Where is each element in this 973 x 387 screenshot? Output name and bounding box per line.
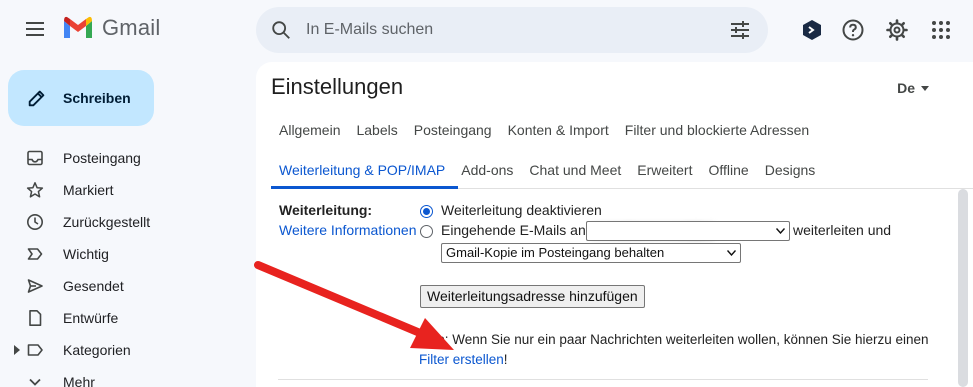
active-tab-indicator bbox=[271, 186, 458, 189]
label-icon bbox=[27, 344, 43, 356]
sidebar-item-inbox[interactable]: Posteingang bbox=[0, 142, 250, 174]
tab-chat-meet[interactable]: Chat und Meet bbox=[521, 161, 629, 179]
inbox-icon bbox=[27, 150, 43, 166]
tab-general[interactable]: Allgemein bbox=[271, 121, 348, 139]
copy-handling-value: Gmail-Kopie im Posteingang behalten bbox=[446, 245, 665, 260]
sidebar-item-label: Mehr bbox=[63, 374, 95, 387]
compose-label: Schreiben bbox=[63, 90, 131, 106]
create-filter-link[interactable]: Filter erstellen bbox=[419, 352, 504, 367]
sidebar-item-important[interactable]: Wichtig bbox=[0, 238, 250, 270]
settings-tabs-row2: Weiterleitung & POP/IMAP Add-ons Chat un… bbox=[271, 161, 823, 179]
sidebar-nav: Posteingang Markiert Zurückgestellt Wich… bbox=[0, 142, 250, 387]
tab-addons[interactable]: Add-ons bbox=[453, 161, 521, 179]
add-forwarding-address-button[interactable]: Weiterleitungsadresse hinzufügen bbox=[420, 285, 645, 308]
more-info-link[interactable]: Weitere Informationen bbox=[279, 222, 416, 238]
hexagon-app-icon[interactable] bbox=[800, 18, 824, 42]
sidebar-item-sent[interactable]: Gesendet bbox=[0, 270, 250, 302]
help-icon[interactable] bbox=[841, 18, 865, 42]
settings-tabs-row1: Allgemein Labels Posteingang Konten & Im… bbox=[271, 121, 817, 139]
sidebar-item-label: Wichtig bbox=[63, 246, 109, 262]
search-bar[interactable] bbox=[256, 7, 768, 53]
tab-forwarding-pop-imap[interactable]: Weiterleitung & POP/IMAP bbox=[271, 161, 453, 179]
search-icon[interactable] bbox=[270, 19, 292, 41]
option-forward-suffix: weiterleiten und bbox=[793, 222, 892, 238]
tab-themes[interactable]: Designs bbox=[757, 161, 824, 179]
tab-inbox[interactable]: Posteingang bbox=[406, 121, 500, 139]
scrollbar[interactable] bbox=[958, 189, 968, 387]
star-icon bbox=[26, 182, 44, 198]
important-icon bbox=[27, 248, 43, 260]
pencil-icon bbox=[28, 90, 45, 107]
sidebar-item-label: Kategorien bbox=[63, 342, 131, 358]
copy-handling-select[interactable]: Gmail-Kopie im Posteingang behalten bbox=[441, 243, 741, 263]
tab-filters[interactable]: Filter und blockierte Adressen bbox=[617, 121, 817, 139]
sidebar-item-label: Entwürfe bbox=[63, 310, 119, 326]
gear-icon[interactable] bbox=[885, 18, 909, 42]
option-disable-forwarding: Weiterleitung deaktivieren bbox=[441, 202, 602, 218]
dropdown-arrow-icon bbox=[921, 85, 929, 91]
tab-advanced[interactable]: Erweitert bbox=[629, 161, 700, 179]
tab-offline[interactable]: Offline bbox=[700, 161, 756, 179]
chevron-down-icon bbox=[727, 250, 736, 256]
gmail-logo[interactable]: Gmail bbox=[62, 15, 160, 41]
send-icon bbox=[27, 279, 43, 293]
sidebar-item-label: Zurückgestellt bbox=[63, 214, 151, 230]
sidebar-item-drafts[interactable]: Entwürfe bbox=[0, 302, 250, 334]
chevron-down-icon bbox=[29, 378, 41, 386]
sidebar-item-label: Gesendet bbox=[63, 278, 124, 294]
forwarding-label: Weiterleitung: bbox=[279, 202, 373, 218]
forwarding-tip: Tipp: Wenn Sie nur ein paar Nachrichten … bbox=[419, 330, 929, 370]
tip-suffix: ! bbox=[503, 352, 508, 367]
draft-icon bbox=[29, 310, 42, 326]
main-menu-button[interactable] bbox=[22, 18, 48, 44]
gmail-wordmark: Gmail bbox=[102, 15, 161, 40]
search-input[interactable] bbox=[306, 7, 728, 53]
option-forward-prefix: Eingehende E-Mails an bbox=[441, 222, 586, 238]
search-options-icon[interactable] bbox=[728, 18, 752, 42]
compose-button[interactable]: Schreiben bbox=[8, 70, 154, 126]
section-divider bbox=[278, 379, 928, 380]
sidebar-item-categories[interactable]: Kategorien bbox=[0, 334, 250, 366]
caret-right-icon[interactable] bbox=[13, 345, 21, 355]
apps-grid-icon[interactable] bbox=[929, 18, 953, 42]
page-title: Einstellungen bbox=[271, 74, 404, 99]
tab-accounts-import[interactable]: Konten & Import bbox=[500, 121, 617, 139]
radio-enable-forwarding[interactable] bbox=[420, 225, 433, 238]
sidebar-item-starred[interactable]: Markiert bbox=[0, 174, 250, 206]
language-label: De bbox=[897, 80, 915, 96]
radio-disable-forwarding[interactable] bbox=[420, 205, 433, 218]
sidebar-item-snoozed[interactable]: Zurückgestellt bbox=[0, 206, 250, 238]
tab-labels[interactable]: Labels bbox=[348, 121, 405, 139]
gmail-m-icon bbox=[64, 16, 92, 38]
clock-icon bbox=[27, 214, 43, 230]
sidebar-item-label: Markiert bbox=[63, 182, 114, 198]
sidebar-item-more[interactable]: Mehr bbox=[0, 366, 250, 387]
sidebar-item-label: Posteingang bbox=[63, 150, 141, 166]
tip-text: Tipp: Wenn Sie nur ein paar Nachrichten … bbox=[419, 332, 929, 347]
language-selector[interactable]: De bbox=[897, 80, 929, 96]
chevron-down-icon bbox=[776, 228, 785, 234]
forward-address-select[interactable] bbox=[586, 221, 790, 241]
